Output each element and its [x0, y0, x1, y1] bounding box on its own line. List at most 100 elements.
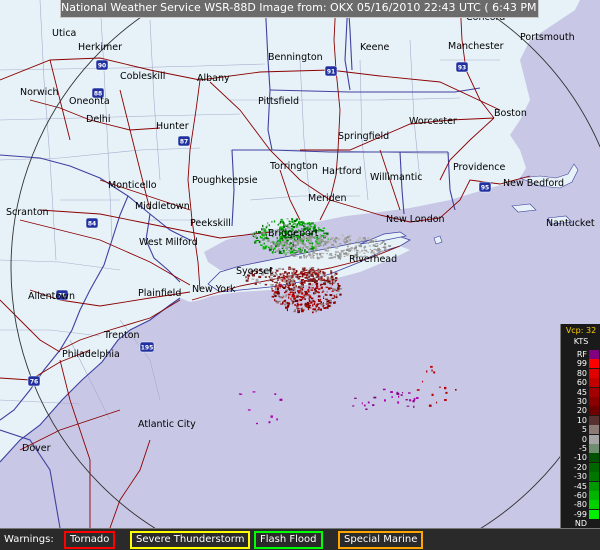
echo-pixel: [305, 305, 308, 308]
echo-pixel: [326, 291, 328, 293]
echo-pixel: [308, 286, 311, 289]
echo-pixel: [323, 298, 325, 299]
city-label: Springfield: [338, 131, 389, 142]
echo-pixel: [282, 251, 286, 253]
echo-pixel: [363, 245, 367, 249]
radar-map[interactable]: 90 91 93 88 87 84 95 78 76 195 UticaHerk…: [0, 0, 600, 528]
echo-pixel: [293, 280, 296, 283]
echo-pixel: [289, 249, 291, 252]
warning-severe-thunderstorm[interactable]: Severe Thunderstorm: [130, 531, 251, 549]
echo-pixel: [287, 224, 290, 226]
echo-pixel: [378, 249, 381, 251]
echo-pixel: [276, 418, 278, 421]
echo-pixel: [288, 268, 291, 270]
echo-pixel: [315, 310, 318, 313]
echo-pixel: [340, 250, 344, 252]
echo-pixel: [315, 242, 317, 246]
echo-pixel: [321, 291, 324, 293]
echo-pixel: [289, 283, 291, 286]
echo-pixel: [299, 298, 303, 302]
echo-pixel: [330, 270, 332, 272]
echo-pixel: [324, 281, 327, 283]
echo-pixel: [320, 252, 323, 255]
warning-special-marine[interactable]: Special Marine: [338, 531, 424, 549]
echo-pixel: [278, 295, 280, 297]
echo-pixel: [322, 289, 324, 292]
echo-pixel: [277, 279, 279, 281]
echo-pixel: [312, 279, 316, 281]
city-label: Scranton: [6, 207, 49, 218]
echo-pixel: [280, 283, 282, 285]
echo-pixel: [292, 268, 296, 271]
echo-pixel: [270, 277, 273, 280]
echo-pixel: [327, 287, 331, 290]
echo-pixel: [254, 240, 256, 243]
city-label: Portsmouth: [520, 32, 575, 43]
echo-pixel: [333, 256, 336, 259]
city-label: Trenton: [103, 330, 140, 341]
echo-pixel: [340, 253, 342, 255]
echo-pixel: [300, 303, 303, 306]
echo-pixel: [285, 306, 288, 309]
city-nantucket: Nantucket: [546, 218, 595, 229]
echo-pixel: [444, 399, 447, 401]
city-norwich: Norwich: [20, 87, 58, 98]
echo-pixel: [286, 218, 289, 220]
echo-pixel: [310, 257, 312, 259]
echo-pixel: [298, 224, 301, 226]
echo-pixel: [279, 279, 282, 281]
echo-pixel: [384, 399, 386, 402]
echo-pixel: [366, 242, 370, 244]
echo-pixel: [323, 296, 325, 298]
echo-pixel: [274, 251, 276, 253]
echo-pixel: [289, 291, 292, 294]
interstate-shield-93: 93: [455, 61, 469, 73]
echo-pixel: [315, 253, 319, 255]
echo-pixel: [400, 394, 403, 396]
echo-pixel: [307, 225, 309, 227]
echo-pixel: [384, 243, 387, 246]
echo-pixel: [238, 393, 242, 395]
city-boston: Boston: [494, 108, 527, 119]
echo-pixel: [297, 274, 299, 276]
echo-pixel: [373, 249, 377, 251]
echo-pixel: [305, 292, 307, 295]
echo-pixel: [344, 252, 347, 255]
echo-pixel: [271, 290, 274, 292]
echo-pixel: [320, 244, 322, 247]
echo-pixel: [271, 240, 274, 243]
echo-pixel: [311, 299, 313, 302]
echo-pixel: [439, 386, 441, 388]
warning-tornado[interactable]: Tornado: [64, 531, 116, 549]
echo-pixel: [328, 246, 331, 249]
echo-pixel: [273, 243, 277, 246]
echo-pixel: [330, 276, 334, 279]
echo-pixel: [256, 280, 258, 282]
echo-pixel: [306, 247, 309, 249]
echo-pixel: [343, 255, 346, 257]
svg-text:95: 95: [481, 185, 489, 192]
warning-flash-flood[interactable]: Flash Flood: [254, 531, 323, 549]
echo-pixel: [318, 272, 320, 274]
echo-pixel: [329, 294, 333, 296]
echo-pixel: [288, 285, 290, 286]
echo-pixel: [294, 240, 297, 243]
echo-pixel: [308, 273, 311, 276]
echo-pixel: [416, 389, 420, 391]
echo-pixel: [397, 401, 400, 404]
echo-pixel: [309, 241, 312, 243]
echo-pixel: [312, 275, 314, 278]
echo-pixel: [276, 290, 280, 293]
city-willimantic: Willimantic: [370, 172, 422, 183]
echo-pixel: [322, 275, 324, 277]
city-philadelphia: Philadelphia: [62, 349, 120, 360]
echo-pixel: [309, 268, 313, 271]
echo-pixel: [285, 224, 288, 226]
legend-units: KTS: [573, 337, 589, 346]
echo-pixel: [308, 282, 312, 286]
echo-pixel: [312, 255, 314, 258]
echo-pixel: [284, 272, 286, 274]
echo-pixel: [281, 276, 284, 278]
echo-pixel: [339, 257, 342, 260]
echo-pixel: [262, 247, 266, 250]
